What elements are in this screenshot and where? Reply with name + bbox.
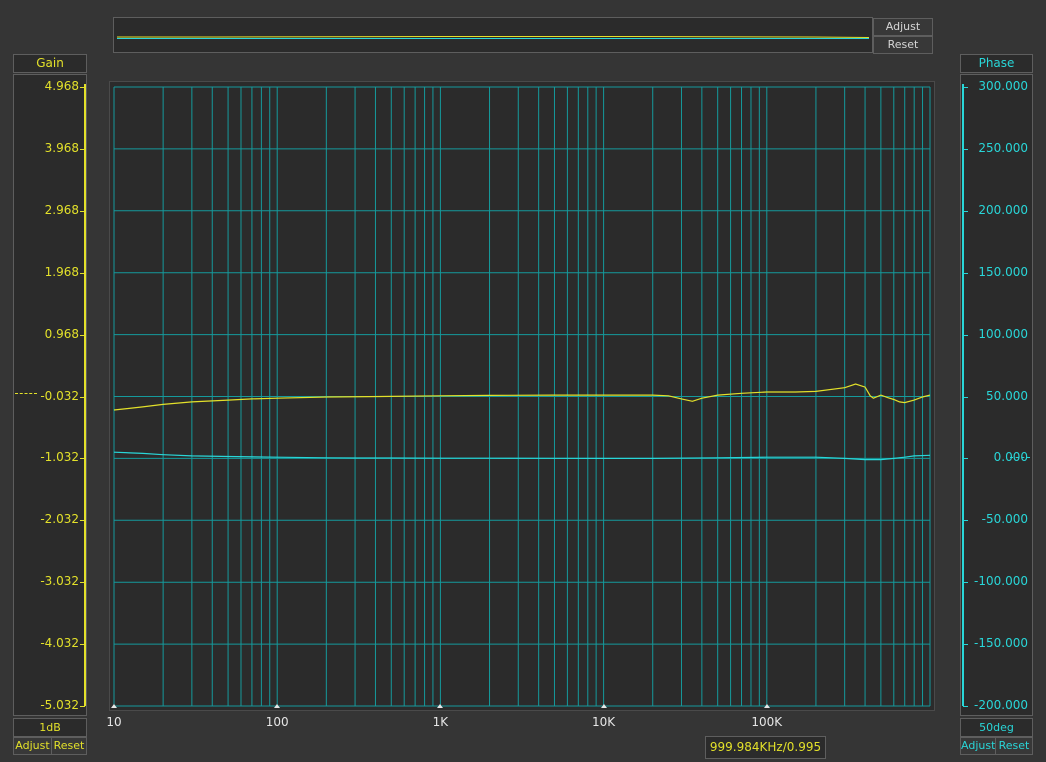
phase-tick-mark <box>963 148 968 150</box>
phase-tick-mark <box>963 520 968 522</box>
gain-tick-mark <box>80 458 85 460</box>
frequency-tick-marker <box>274 704 281 708</box>
gain-axis-title[interactable]: Gain <box>13 54 87 73</box>
phase-tick-label: -50.000 <box>981 512 1028 527</box>
gain-tick-label: 1.968 <box>44 264 79 279</box>
phase-tick-mark <box>963 458 968 460</box>
phase-zero-marker <box>1010 457 1030 458</box>
gain-tick-mark <box>80 644 85 646</box>
phase-adjust-button[interactable]: Adjust <box>960 737 996 755</box>
phase-scale-value[interactable]: 50deg <box>960 718 1033 737</box>
gain-tick-label: 3.968 <box>44 140 79 155</box>
phase-tick-label: 50.000 <box>986 388 1028 403</box>
bode-plot[interactable] <box>110 82 934 710</box>
phase-tick-mark <box>963 272 968 274</box>
gain-tick-mark <box>80 396 85 398</box>
cursor-readout: 999.984KHz/0.995 <box>705 736 826 759</box>
overview-adjust-button[interactable]: Adjust <box>873 18 933 36</box>
overview-reset-button[interactable]: Reset <box>873 36 933 54</box>
gain-tick-label: -5.032 <box>40 698 79 712</box>
gain-scale-value[interactable]: 1dB <box>13 718 87 737</box>
phase-tick-label: 100.000 <box>978 326 1028 341</box>
phase-tick-label: 250.000 <box>978 140 1028 155</box>
frequency-tick-marker <box>600 704 607 708</box>
phase-axis-panel: 300.000 250.000 200.000 150.000 100.000 50.00… <box>960 74 1033 716</box>
frequency-tick-label: 1K <box>432 715 449 729</box>
gain-tick-label: -4.032 <box>40 636 79 651</box>
gain-tick-label: 4.968 <box>44 79 79 93</box>
frequency-tick-label: 100 <box>265 715 289 729</box>
gain-axis-line <box>84 84 86 706</box>
overview-strip[interactable] <box>113 17 873 53</box>
gain-tick-mark <box>80 334 85 336</box>
gain-zero-marker <box>15 393 37 394</box>
frequency-tick-label: 10K <box>592 715 616 729</box>
phase-tick-mark <box>963 396 968 398</box>
frequency-tick-label: 100K <box>751 715 783 729</box>
phase-tick-mark <box>963 706 968 707</box>
phase-tick-mark <box>963 210 968 212</box>
gain-tick-mark <box>80 582 85 584</box>
gain-axis-panel: 4.968 3.968 2.968 1.968 0.968 -0.032 -1.032 -2.… <box>13 74 87 716</box>
frequency-tick-label: 10 <box>106 715 122 729</box>
frequency-tick-marker <box>763 704 770 708</box>
gain-tick-mark <box>80 520 85 522</box>
gain-tick-label: 2.968 <box>44 202 79 217</box>
phase-reset-button[interactable]: Reset <box>995 737 1033 755</box>
gain-adjust-button[interactable]: Adjust <box>13 737 52 755</box>
phase-tick-mark <box>963 582 968 584</box>
gain-tick-mark <box>80 87 85 88</box>
gain-tick-label: -3.032 <box>40 574 79 589</box>
phase-tick-mark <box>963 644 968 646</box>
phase-tick-label: -100.000 <box>974 574 1028 589</box>
gain-tick-label: 0.968 <box>44 326 79 341</box>
overview-trace <box>117 36 870 39</box>
gain-tick-label: -1.032 <box>40 450 79 465</box>
gain-tick-label: -0.032 <box>40 388 79 403</box>
phase-tick-label: -150.000 <box>974 636 1028 651</box>
phase-tick-mark <box>963 334 968 336</box>
phase-axis-title[interactable]: Phase <box>960 54 1033 73</box>
gain-reset-button[interactable]: Reset <box>51 737 87 755</box>
phase-tick-label: 200.000 <box>978 202 1028 217</box>
phase-tick-mark <box>963 87 968 88</box>
gain-tick-mark <box>80 210 85 212</box>
phase-tick-label: 150.000 <box>978 264 1028 279</box>
plot-area[interactable] <box>109 81 935 711</box>
frequency-tick-marker <box>111 704 117 708</box>
gain-tick-mark <box>80 272 85 274</box>
gain-tick-label: -2.032 <box>40 512 79 527</box>
gain-tick-mark <box>80 706 85 707</box>
frequency-tick-marker <box>437 704 444 708</box>
phase-tick-label: 300.000 <box>978 79 1028 93</box>
gain-tick-mark <box>80 148 85 150</box>
phase-tick-label: -200.000 <box>974 698 1028 712</box>
